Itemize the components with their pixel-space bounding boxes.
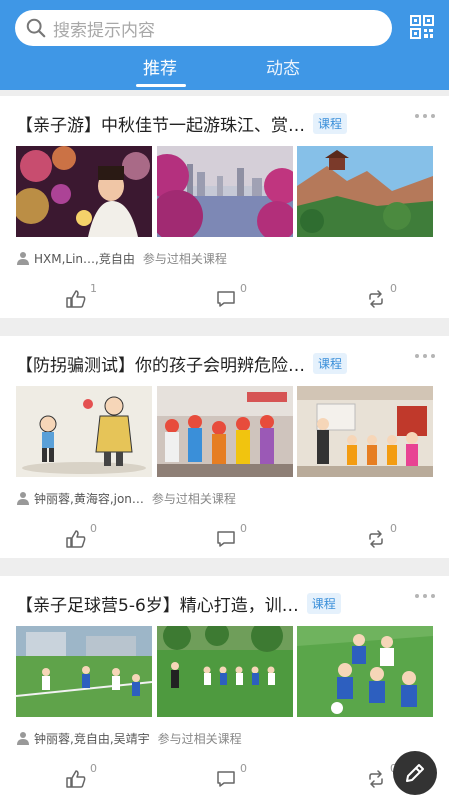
share-count: 0 xyxy=(390,522,397,535)
relation-text: 参与过相关课程 xyxy=(151,491,236,506)
photo-row xyxy=(16,386,433,477)
comment-count: 0 xyxy=(240,282,247,295)
comment-button[interactable]: 0 xyxy=(216,282,256,310)
like-count: 0 xyxy=(90,522,97,535)
comment-icon xyxy=(217,291,235,307)
photo-football-field-1[interactable] xyxy=(16,626,152,717)
like-count: 1 xyxy=(90,282,97,295)
course-badge: 课程 xyxy=(313,352,348,374)
share-icon xyxy=(369,530,383,548)
comment-count: 0 xyxy=(240,522,247,535)
photo-kids-sitting[interactable] xyxy=(297,626,433,717)
comment-count: 0 xyxy=(240,762,247,775)
like-icon xyxy=(66,770,86,788)
compose-button[interactable] xyxy=(393,751,437,795)
share-button[interactable]: 0 xyxy=(366,282,406,310)
photo-row xyxy=(16,146,433,237)
participant-names[interactable]: 钟丽蓉,竞自由,吴靖宇 xyxy=(34,730,150,747)
edit-icon xyxy=(406,764,424,782)
more-options-icon[interactable] xyxy=(415,114,435,120)
active-tab-indicator xyxy=(136,84,186,87)
photo-cliff-pavilion[interactable] xyxy=(297,146,433,237)
top-header: 搜索提示内容 推荐 动态 xyxy=(0,0,449,90)
tab-recommend[interactable]: 推荐 xyxy=(143,54,177,79)
participant-names[interactable]: 钟丽蓉,黄海容,jon… xyxy=(34,490,144,507)
user-icon xyxy=(17,732,29,745)
share-icon xyxy=(369,770,383,788)
post-card[interactable]: 【亲子游】中秋佳节一起游珠江、赏… 课程 HXM,Lin…,竞自由 参与过相关课… xyxy=(0,96,449,318)
search-icon xyxy=(26,18,46,38)
post-card[interactable]: 【防拐骗测试】你的孩子会明辨危险… 课程 钟丽蓉,黄海容,jon… 参与过相关课… xyxy=(0,336,449,558)
like-count: 0 xyxy=(90,762,97,775)
post-title[interactable]: 【防拐骗测试】你的孩子会明辨危险… xyxy=(16,351,305,376)
like-button[interactable]: 1 xyxy=(66,282,106,310)
relation-text: 参与过相关课程 xyxy=(142,251,227,266)
tab-activity[interactable]: 动态 xyxy=(266,54,300,79)
photo-classroom[interactable] xyxy=(297,386,433,477)
share-icon xyxy=(369,290,383,308)
post-card[interactable]: 【亲子足球营5-6岁】精心打造，训… 课程 钟丽蓉,竞自由,吴靖宇 参与过相关课… xyxy=(0,576,449,800)
search-placeholder: 搜索提示内容 xyxy=(53,20,155,41)
photo-kids-group[interactable] xyxy=(156,386,293,477)
photo-river-city[interactable] xyxy=(156,146,293,237)
like-button[interactable]: 0 xyxy=(66,522,106,550)
user-icon xyxy=(17,492,29,505)
more-options-icon[interactable] xyxy=(415,594,435,600)
more-options-icon[interactable] xyxy=(415,354,435,360)
course-badge: 课程 xyxy=(313,112,348,134)
participants-row: 钟丽蓉,黄海容,jon… 参与过相关课程 xyxy=(16,489,236,507)
like-icon xyxy=(66,530,86,548)
like-button[interactable]: 0 xyxy=(66,762,106,790)
post-title[interactable]: 【亲子足球营5-6岁】精心打造，训… xyxy=(16,591,299,616)
comment-button[interactable]: 0 xyxy=(216,522,256,550)
participant-names[interactable]: HXM,Lin…,竞自由 xyxy=(34,250,135,267)
post-title[interactable]: 【亲子游】中秋佳节一起游珠江、赏… xyxy=(16,111,305,136)
photo-lanterns[interactable] xyxy=(16,146,152,237)
participants-row: 钟丽蓉,竞自由,吴靖宇 参与过相关课程 xyxy=(16,729,242,747)
photo-cartoon-stranger[interactable] xyxy=(16,386,152,477)
user-icon xyxy=(17,252,29,265)
photo-row xyxy=(16,626,433,717)
comment-button[interactable]: 0 xyxy=(216,762,256,790)
comment-icon xyxy=(217,531,235,547)
search-bar[interactable]: 搜索提示内容 xyxy=(15,10,392,46)
course-badge: 课程 xyxy=(306,592,341,614)
comment-icon xyxy=(217,771,235,787)
photo-football-field-2[interactable] xyxy=(156,626,293,717)
relation-text: 参与过相关课程 xyxy=(157,731,242,746)
participants-row: HXM,Lin…,竞自由 参与过相关课程 xyxy=(16,249,227,267)
like-icon xyxy=(66,290,86,308)
share-count: 0 xyxy=(390,282,397,295)
share-button[interactable]: 0 xyxy=(366,522,406,550)
qr-code-icon[interactable] xyxy=(410,15,434,39)
